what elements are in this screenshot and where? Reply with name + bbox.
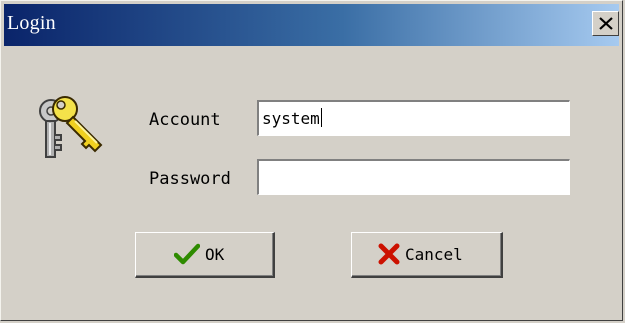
ok-button-label: OK (205, 244, 225, 264)
close-icon (599, 17, 613, 30)
cancel-button-label: Cancel (405, 244, 463, 264)
login-dialog: Login Account system Password OK Cancel (0, 0, 623, 321)
cancel-button[interactable]: Cancel (351, 232, 503, 278)
password-label: Password (149, 169, 231, 189)
checkmark-icon (174, 243, 200, 265)
keys-icon (39, 96, 103, 158)
ok-button[interactable]: OK (135, 232, 275, 278)
title-bar[interactable]: Login (4, 4, 619, 46)
text-caret (320, 108, 322, 127)
account-input-value: system (262, 109, 320, 128)
cross-icon (378, 243, 400, 265)
password-input[interactable] (257, 159, 570, 195)
window-title: Login (7, 12, 56, 34)
account-input[interactable]: system (257, 100, 570, 136)
close-button[interactable] (592, 11, 619, 36)
account-label: Account (149, 110, 221, 130)
